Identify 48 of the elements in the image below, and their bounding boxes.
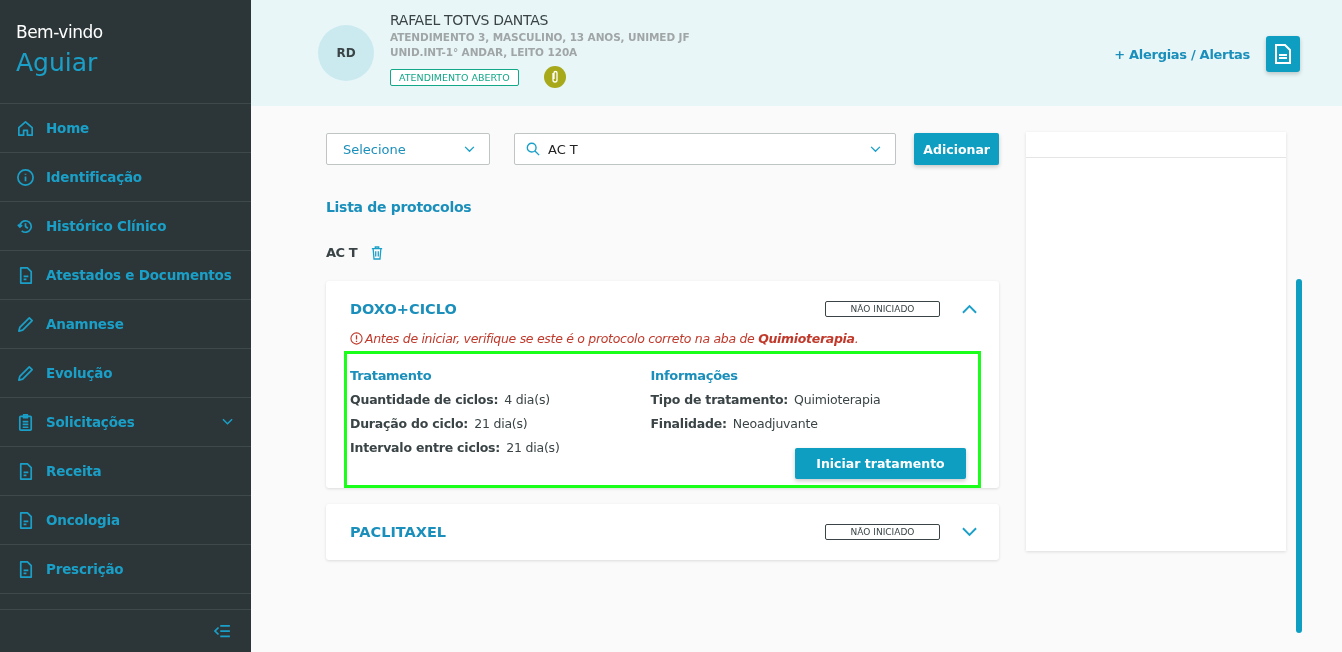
field-label: Duração do ciclo:: [350, 416, 469, 431]
group-name: AC T: [326, 245, 357, 260]
home-icon: [16, 118, 35, 138]
chevron-down-icon[interactable]: [962, 527, 977, 537]
status-tag: ATENDIMENTO ABERTO: [390, 68, 519, 86]
field-label: Intervalo entre ciclos:: [350, 440, 501, 455]
chevron-down-icon: [464, 145, 475, 153]
field-value: 21 dia(s): [506, 440, 560, 455]
trash-icon[interactable]: [371, 245, 383, 260]
field-value: 21 dia(s): [474, 416, 528, 431]
greeting: Bem-vindo: [16, 22, 104, 42]
patient-avatar: RD: [318, 25, 374, 81]
search-field[interactable]: AC T: [514, 133, 896, 165]
chevron-up-icon[interactable]: [962, 304, 977, 314]
document-icon: [1275, 44, 1291, 64]
field-label: Finalidade:: [650, 416, 727, 431]
field-value: Quimioterapia: [794, 392, 881, 407]
type-select[interactable]: Selecione: [326, 133, 490, 165]
document-button[interactable]: [1266, 36, 1300, 72]
warning-icon: [350, 332, 363, 345]
patient-detail: ATENDIMENTO 3, MASCULINO, 13 ANOS, UNIMED JF: [390, 31, 690, 43]
field-label: Quantidade de ciclos:: [350, 392, 499, 407]
patient-detail: UNID.INT-1° ANDAR, LEITO 120A: [390, 46, 579, 58]
search-icon: [526, 142, 540, 156]
field-value: 4 dia(s): [504, 392, 550, 407]
field-value: Neoadjuvante: [732, 416, 818, 431]
section-title: Tratamento: [350, 368, 433, 383]
patient-name: RAFAEL TOTVS DANTAS: [390, 12, 550, 28]
scrollbar[interactable]: [1296, 279, 1302, 633]
pencil-icon: [16, 314, 35, 334]
chevron-down-icon: [870, 145, 881, 153]
field-label: Tipo de tratamento:: [650, 392, 789, 407]
section-title: Informações: [650, 368, 739, 383]
clipboard-icon: [16, 412, 35, 432]
protocol-name[interactable]: DOXO+CICLO: [350, 301, 825, 317]
allergies-alerts-link[interactable]: + Alergias / Alertas: [1114, 46, 1250, 62]
info-icon: [16, 167, 35, 187]
list-title: Lista de protocolos: [326, 199, 473, 215]
protocol-name[interactable]: PACLITAXEL: [350, 524, 825, 540]
collapse-menu-icon[interactable]: [213, 624, 231, 638]
start-treatment-button[interactable]: Iniciar tratamento: [795, 448, 966, 479]
warning-message: Antes de iniciar, verifique se este é o protocolo correto na aba de Quimioterapia.: [365, 331, 859, 346]
pencil-icon: [16, 363, 35, 383]
paperclip-icon[interactable]: [543, 66, 566, 88]
user-name: Aguiar: [16, 48, 99, 77]
add-button[interactable]: Adicionar: [914, 133, 999, 165]
status-tag: NÃO INICIADO: [825, 524, 940, 540]
status-tag: NÃO INICIADO: [825, 301, 940, 317]
